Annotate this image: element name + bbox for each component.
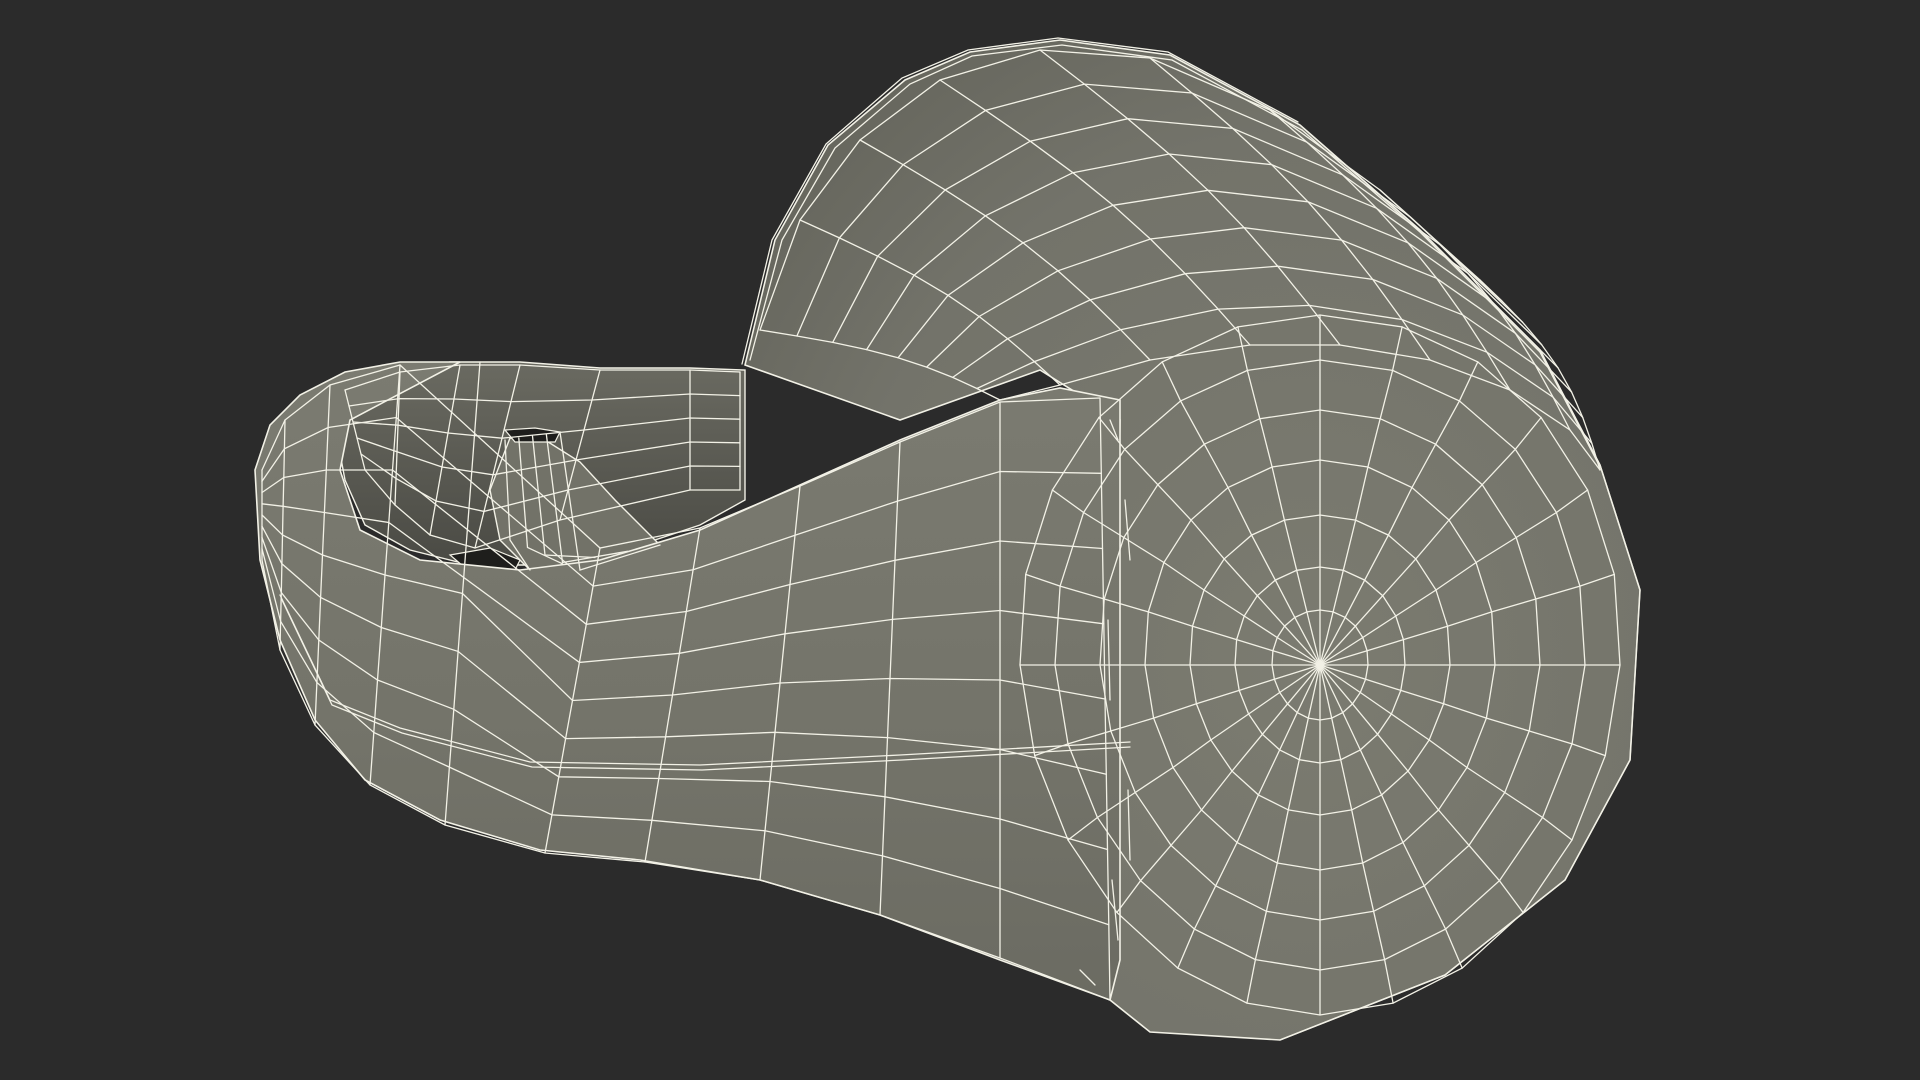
3d-viewport[interactable]: [0, 0, 1920, 1080]
wireframe-model[interactable]: [0, 0, 1920, 1080]
